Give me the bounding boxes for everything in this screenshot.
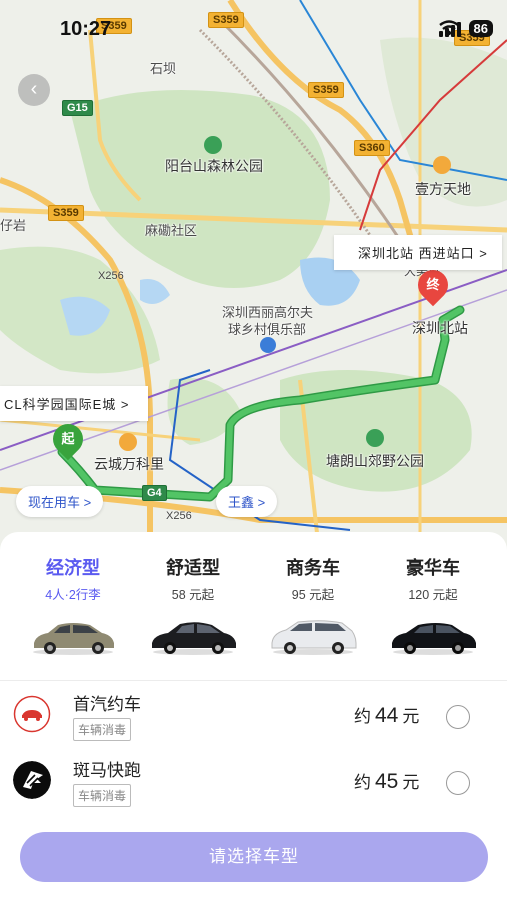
provider-price: 约 45 元: [354, 770, 420, 793]
car-tab-name: 舒适型: [166, 558, 220, 578]
car-tab-sub: 120 元起: [408, 588, 458, 602]
map-label: 阳台山森林公园: [165, 158, 263, 174]
back-icon: ‹: [30, 78, 38, 100]
end-marker: 终: [411, 263, 455, 307]
zebra-logo-icon: [13, 761, 51, 799]
car-tab-name: 商务车: [286, 558, 340, 578]
tab-luxury[interactable]: 豪华车 120 元起: [373, 554, 493, 657]
park-icon: [366, 429, 384, 447]
tab-economy[interactable]: 经济型 4人·2行李: [13, 554, 133, 657]
status-time: 10:27: [60, 18, 112, 40]
map-view[interactable]: 石坝 阳台山森林公园 麻磡社区 壹方天地 仔岩 深圳西丽高尔夫 球乡村俱乐部 深…: [0, 0, 507, 560]
map-label: 壹方天地: [415, 181, 471, 197]
select-car-button[interactable]: 请选择车型: [20, 832, 488, 882]
car-selection-panel: 经济型 4人·2行李 舒适型 58 元起 商务车 95 元起 豪华车 120 元…: [0, 532, 507, 900]
road-shield: G15: [62, 100, 93, 116]
radio-icon[interactable]: [446, 771, 470, 795]
provider-name: 首汽约车: [73, 695, 141, 714]
destination-callout[interactable]: 深圳北站 西进站口 >: [334, 235, 502, 270]
car-type-tabs: 经济型 4人·2行李 舒适型 58 元起 商务车 95 元起 豪华车 120 元…: [0, 554, 507, 657]
road-name: X256: [166, 510, 192, 522]
car-tab-sub: 4人·2行李: [45, 588, 101, 602]
map-label: 石坝: [150, 61, 177, 76]
start-callout[interactable]: CL科学园国际E城 >: [0, 386, 148, 421]
map-label: 云城万科里: [94, 456, 164, 472]
road-shield: S359: [48, 205, 84, 221]
map-label: 仔岩: [0, 218, 27, 233]
map-label: 塘朗山郊野公园: [326, 453, 424, 469]
tab-comfort[interactable]: 舒适型 58 元起: [133, 554, 253, 657]
wifi-icon: [438, 20, 459, 36]
map-label: 深圳北站: [412, 320, 468, 336]
car-icon: [33, 623, 114, 655]
provider-name: 斑马快跑: [73, 761, 141, 780]
battery-icon: 86: [468, 20, 493, 37]
car-tab-sub: 95 元起: [291, 588, 335, 602]
divider: [0, 680, 507, 681]
provider-tag: 车辆消毒: [73, 718, 132, 741]
car-icon: [152, 622, 236, 655]
sport-icon: [260, 337, 276, 353]
back-button[interactable]: ‹: [18, 74, 50, 106]
car-tab-sub: 58 元起: [171, 588, 215, 602]
shopping-icon: [119, 433, 137, 451]
road-shield: S360: [354, 140, 390, 156]
map-label: 球乡村俱乐部: [228, 322, 307, 337]
tab-business[interactable]: 商务车 95 元起: [253, 554, 373, 657]
car-icon: [271, 620, 357, 655]
status-bar: 10:27 86: [0, 14, 507, 48]
road-shield: G4: [142, 485, 167, 501]
map-label: 麻磡社区: [145, 223, 198, 238]
start-marker: 起: [46, 417, 90, 461]
provider-price: 约 44 元: [354, 704, 420, 727]
provider-row[interactable]: 斑马快跑 车辆消毒 约 45 元: [0, 754, 507, 812]
shopping-icon: [433, 156, 451, 174]
shouqi-logo-icon: [13, 695, 51, 733]
provider-row[interactable]: 首汽约车 车辆消毒 约 44 元: [0, 688, 507, 746]
current-car-button[interactable]: 现在用车 >: [16, 486, 104, 517]
car-icon: [392, 623, 476, 655]
car-tab-name: 经济型: [46, 558, 100, 578]
road-shield: S359: [308, 82, 344, 98]
driver-button[interactable]: 王鑫 >: [216, 486, 278, 517]
provider-tag: 车辆消毒: [73, 784, 132, 807]
park-icon: [204, 136, 222, 154]
radio-icon[interactable]: [446, 705, 470, 729]
car-tab-name: 豪华车: [406, 558, 460, 578]
road-name: X256: [98, 270, 124, 282]
